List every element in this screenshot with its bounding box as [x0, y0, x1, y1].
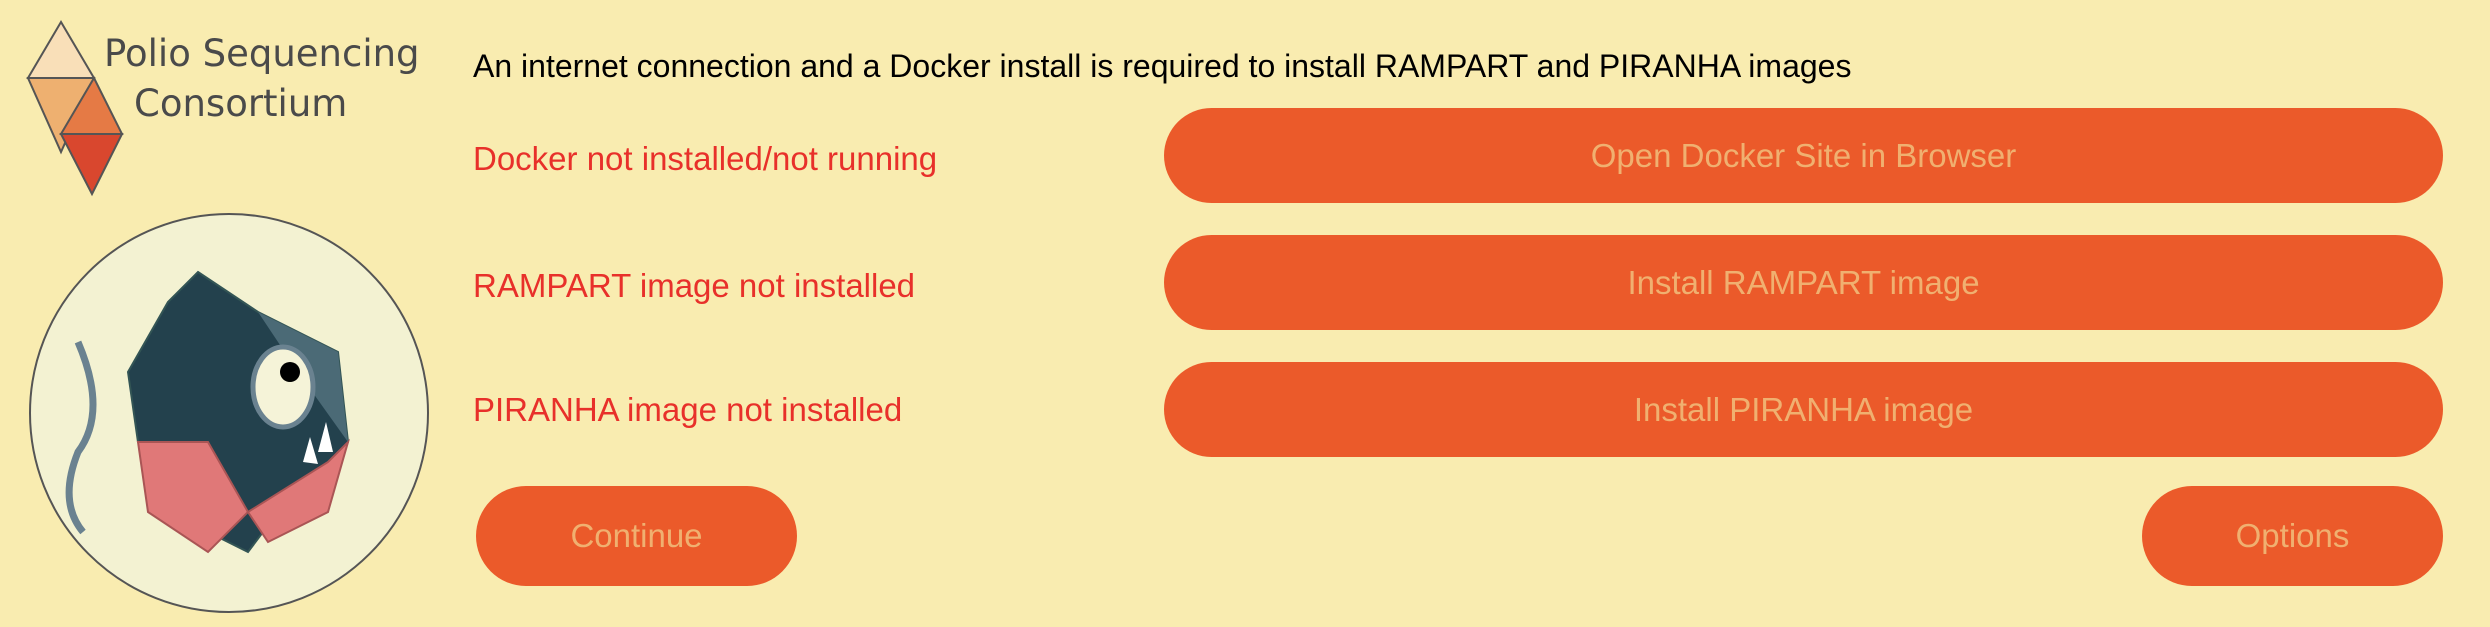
logo-text-line2: Consortium — [134, 82, 348, 125]
install-rampart-button[interactable]: Install RAMPART image — [1164, 235, 2443, 330]
logo-text-line1: Polio Sequencing — [104, 32, 420, 75]
piranha-logo-icon — [29, 213, 429, 613]
requirements-message: An internet connection and a Docker inst… — [473, 48, 1852, 84]
docker-status-text: Docker not installed/not running — [473, 140, 938, 177]
piranha-status-text: PIRANHA image not installed — [473, 391, 903, 428]
options-button[interactable]: Options — [2142, 486, 2443, 586]
continue-button[interactable]: Continue — [476, 486, 797, 586]
rampart-status-text: RAMPART image not installed — [473, 267, 916, 304]
open-docker-site-button[interactable]: Open Docker Site in Browser — [1164, 108, 2443, 203]
polio-sequencing-consortium-logo: Polio Sequencing Consortium — [22, 18, 442, 198]
install-piranha-button[interactable]: Install PIRANHA image — [1164, 362, 2443, 457]
